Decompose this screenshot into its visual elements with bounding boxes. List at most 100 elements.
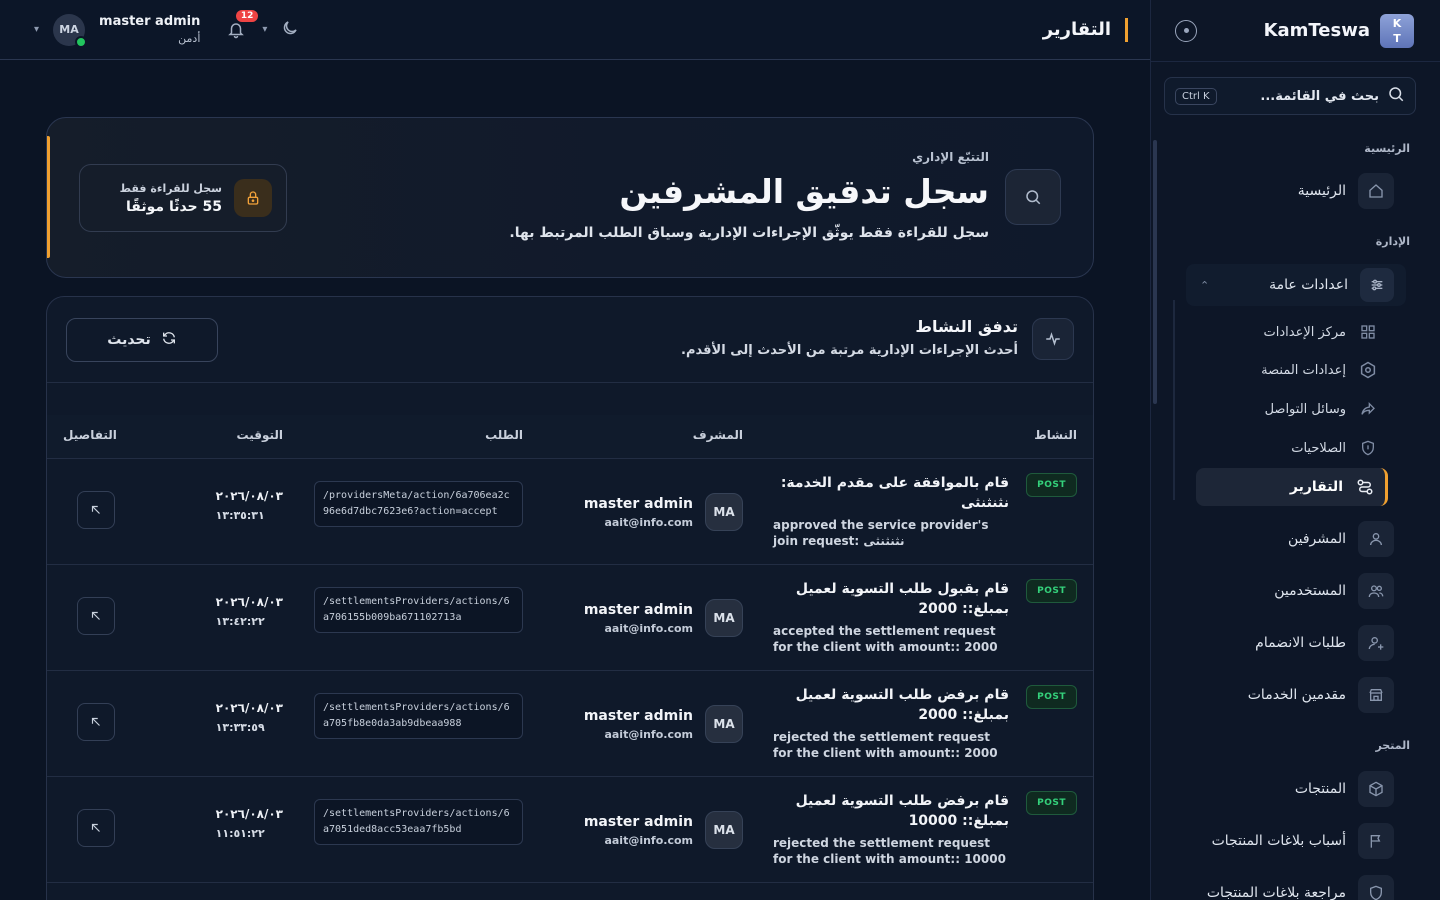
request-path: /providersMeta/action/6a706ea2c96e6d7dbc… [314,481,523,527]
table-header: النشاط المشرف الطلب التوقيت التفاصيل [47,415,1093,459]
supervisor-name: master admin [583,495,693,512]
grid-icon [1356,320,1380,344]
sidebar-subitem-settings-center[interactable]: مركز الإعدادات [1180,317,1380,347]
supervisor-avatar: MA [705,493,743,531]
lock-icon [234,179,272,217]
brand-name: KamTeswa [1263,20,1370,41]
brand-logo[interactable]: K T [1380,13,1414,48]
user-menu-chevron-icon[interactable]: ▾ [34,24,39,35]
box-icon [1358,771,1394,807]
supervisor-email: aait@info.com [604,621,693,635]
topbar-actions: ▾ MA master admin أدمن 12 ▾ [34,9,299,48]
users-icon [1358,573,1394,609]
sidebar-item-providers[interactable]: مقدمين الخدمات [1186,677,1394,713]
topbar: التقارير ▾ MA master admin أدمن 12 ▾ [0,0,1150,60]
sidebar-item-label: الرئيسية [1297,183,1346,199]
request-path: /settlementsProviders/actions/6a7051ded8… [314,799,523,845]
activity-title: تدفق النشاط [915,317,1018,336]
sliders-icon [1360,268,1394,302]
hero-search-icon[interactable] [1005,169,1061,225]
time-cell: ٢٠٢٦/٠٨/٠٣ ١٣:٣٣:٥٩ [216,701,283,734]
user-info[interactable]: master admin أدمن [99,14,200,45]
activity-text-en: approved the service provider's join req… [773,518,989,548]
arrow-up-left-icon [91,717,100,726]
sidebar-subitem-permissions[interactable]: الصلاحيات [1180,433,1380,463]
avatar[interactable]: MA [53,13,88,48]
sidebar-item-report-review[interactable]: مراجعة بلاغات المنتجات [1186,875,1394,900]
supervisor-avatar: MA [705,811,743,849]
sidebar-item-label: مراجعة بلاغات المنتجات [1206,885,1346,900]
hero-subtitle: سجل للقراءة فقط يوثّق الإجراءات الإدارية… [509,225,989,241]
sidebar-item-label: طلبات الانضمام [1255,635,1346,651]
sidebar: K T KamTeswa بحث في القائمة... Ctrl K ال… [1150,0,1440,900]
event-clock: ١١:٥١:٢٢ [215,827,265,840]
notifications-count-badge: 12 [235,9,259,22]
shield-icon [1356,436,1380,460]
notifications-bell-icon[interactable]: 12 [224,9,259,42]
hero-title: سجل تدقيق المشرفين [619,172,989,211]
supervisor-name: master admin [583,707,693,724]
supervisor-cell: MA master admin aait@info.com [584,811,743,849]
sidebar-item-supervisors[interactable]: المشرفين [1186,521,1394,557]
http-method-badge: POST [1026,791,1077,815]
time-cell: ٢٠٢٦/٠٨/٠٣ ١١:٥١:٢٢ [216,807,283,840]
audit-hero: التتبّع الإداري سجل تدقيق المشرفين سجل ل… [46,117,1094,278]
section-label-admin: الإدارة [1375,235,1410,248]
sidebar-subitem-label: مركز الإعدادات [1263,324,1347,340]
home-icon [1358,173,1394,209]
sidebar-subitem-reports[interactable]: التقارير [1196,468,1388,506]
event-clock: ١٣:٣٥:٣١ [215,509,265,522]
activity-header: تدفق النشاط أحدث الإجراءات الإدارية مرتب… [47,297,1093,383]
details-button[interactable] [77,491,115,529]
activity-pulse-icon [1032,318,1074,360]
sidebar-group-general-settings[interactable]: اعدادات عامة ⌃ [1186,264,1406,306]
sidebar-item-report-reasons[interactable]: أسباب بلاغات المنتجات [1186,823,1394,859]
online-status-dot [75,35,88,48]
supervisor-email: aait@info.com [604,727,693,741]
search-shortcut: Ctrl K [1175,87,1217,105]
sidebar-scrollbar[interactable] [1153,140,1157,404]
read-only-label: سجل للقراءة فقط [119,181,222,195]
column-activity: النشاط [1034,428,1077,442]
table-row: POST قام برفض طلب التسوية لعميل بمبلغ:: … [47,671,1093,777]
supervisor-cell: MA master admin aait@info.com [584,599,743,637]
shield-check-icon [1358,875,1394,900]
hero-kicker: التتبّع الإداري [912,150,989,164]
details-button[interactable] [77,703,115,741]
sidebar-item-products[interactable]: المنتجات [1186,771,1394,807]
details-button[interactable] [77,597,115,635]
column-time: التوقيت [236,428,284,442]
arrow-up-left-icon [91,823,100,832]
sidebar-item-join-requests[interactable]: طلبات الانضمام [1186,625,1394,661]
event-date: ٢٠٢٦/٠٨/٠٣ [215,807,283,821]
refresh-button[interactable]: تحديث [66,318,218,362]
user-plus-icon [1358,625,1394,661]
table-row: POST قام برفض طلب التسوية لعميل بمبلغ:: … [47,777,1093,883]
sidebar-item-users[interactable]: المستخدمين [1186,573,1394,609]
event-clock: ١٣:٣٣:٥٩ [215,721,265,734]
column-request: الطلب [485,428,523,442]
http-method-badge: POST [1026,579,1077,603]
hero-accent-bar [47,136,50,258]
moon-icon[interactable] [281,19,299,41]
hexagon-gear-icon [1356,358,1380,382]
supervisor-avatar: MA [705,599,743,637]
column-details: التفاصيل [63,428,117,442]
activity-text-en: rejected the settlement request for the … [773,836,1006,866]
sidebar-collapse-icon[interactable] [1175,19,1197,42]
store-icon [1358,677,1394,713]
column-supervisor: المشرف [692,428,743,442]
section-label-main: الرئيسية [1364,142,1410,155]
search-icon [1387,85,1405,107]
arrow-up-left-icon [91,505,100,514]
sidebar-item-label: اعدادات عامة [1269,277,1348,293]
chevron-up-icon: ⌃ [1200,278,1210,292]
sidebar-subitem-platform-settings[interactable]: إعدادات المنصة [1180,355,1380,385]
sidebar-item-home[interactable]: الرئيسية [1186,173,1394,209]
table-row: POST قام بالموافقة على مقدم الخدمة: نثنث… [47,459,1093,565]
details-button[interactable] [77,809,115,847]
sidebar-subitem-social[interactable]: وسائل التواصل [1180,394,1380,424]
supervisor-email: aait@info.com [604,515,693,529]
theme-chevron-icon[interactable]: ▾ [262,24,267,35]
sidebar-search-input[interactable]: بحث في القائمة... Ctrl K [1164,77,1416,115]
